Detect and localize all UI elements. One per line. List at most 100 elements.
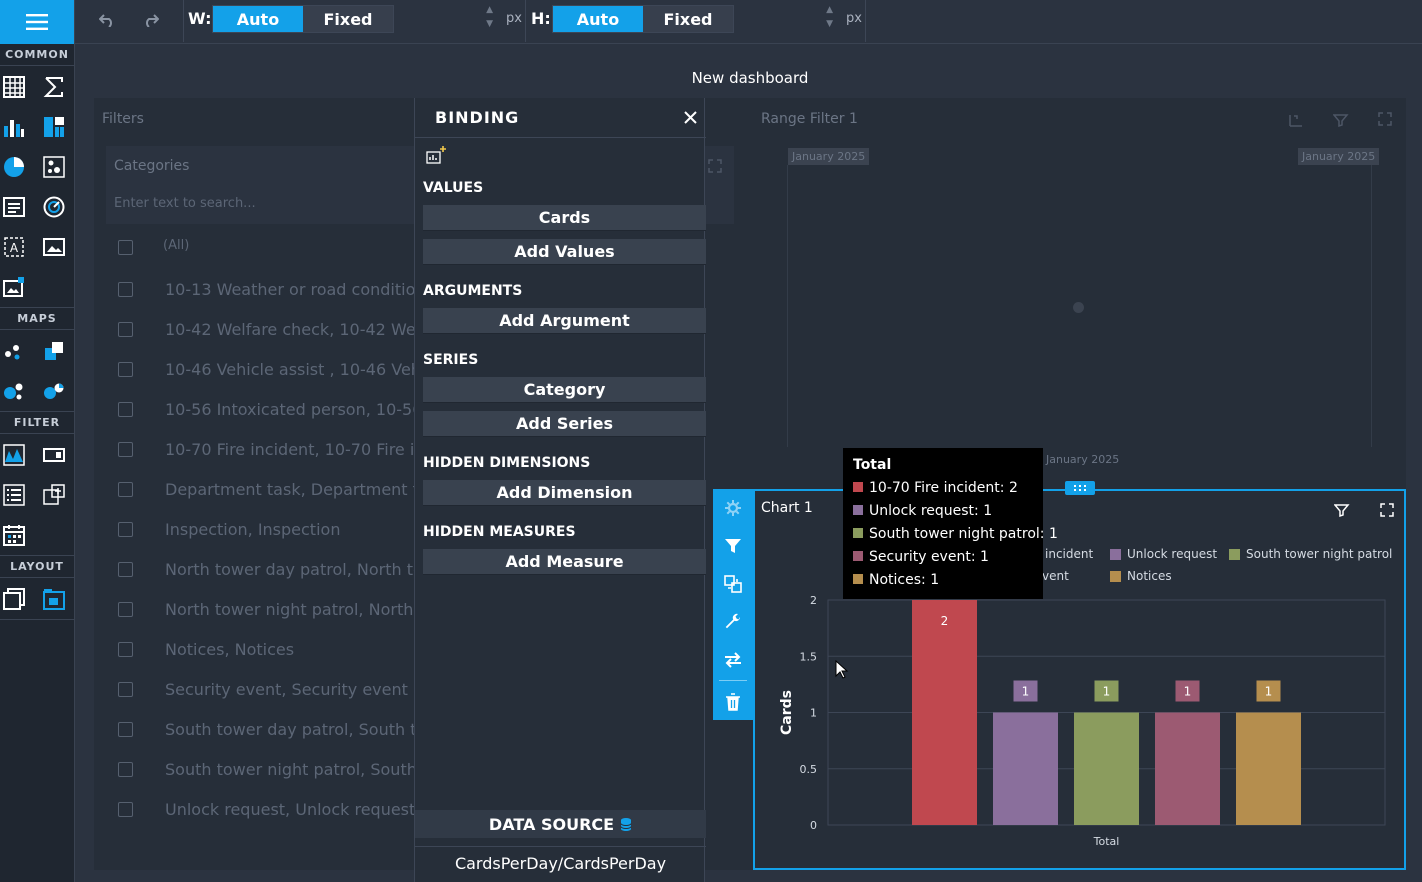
redo-button[interactable] (131, 0, 171, 40)
list-item-checkbox[interactable] (118, 282, 133, 297)
list-item-checkbox[interactable] (118, 402, 133, 417)
interactivity-button[interactable] (721, 572, 745, 596)
treemap-item-icon[interactable] (40, 113, 68, 141)
legend-south-tower-night-patrol[interactable]: South tower night patrol (1246, 547, 1392, 561)
pie-chart-item-icon[interactable] (0, 153, 28, 181)
list-item-checkbox[interactable] (118, 362, 133, 377)
clear-filter-icon[interactable] (1334, 502, 1350, 518)
range-selector-right[interactable] (1371, 165, 1372, 447)
choropleth-map-icon[interactable] (40, 337, 68, 365)
width-spinner[interactable]: ▲ ▼ (395, 5, 495, 33)
list-item[interactable]: North tower day patrol, North tower day … (165, 560, 415, 579)
list-item[interactable]: Inspection, Inspection (165, 520, 415, 539)
add-series-button[interactable]: Add Series (423, 411, 706, 437)
grid-item-icon[interactable] (0, 73, 28, 101)
date-filter-item-icon[interactable] (0, 521, 28, 549)
list-item-checkbox[interactable] (118, 642, 133, 657)
range-filter-item-icon[interactable] (0, 441, 28, 469)
maximize-icon[interactable] (1378, 112, 1392, 126)
list-item[interactable]: Security event, Security event (165, 680, 415, 699)
tab-container-item-icon[interactable] (40, 585, 68, 613)
checkbox-all[interactable] (118, 240, 133, 255)
list-item-checkbox[interactable] (118, 682, 133, 697)
list-item[interactable]: Unlock request, Unlock request (165, 800, 415, 819)
add-measure-button[interactable]: Add Measure (423, 549, 706, 575)
combo-box-item-icon[interactable] (40, 441, 68, 469)
list-item[interactable]: 10-46 Vehicle assist , 10-46 Vehicle ass… (165, 360, 415, 379)
list-item-checkbox[interactable] (118, 562, 133, 577)
width-fixed-button[interactable]: Fixed (303, 6, 393, 32)
gauge-item-icon[interactable] (40, 193, 68, 221)
height-fixed-button[interactable]: Fixed (643, 6, 733, 32)
dashboard-title[interactable]: New dashboard (94, 58, 1406, 98)
pie-map-icon[interactable] (40, 377, 68, 405)
undo-button[interactable] (87, 0, 127, 40)
spin-down-icon[interactable]: ▼ (486, 19, 493, 29)
height-spinner[interactable]: ▲ ▼ (735, 5, 835, 33)
list-item-checkbox[interactable] (118, 722, 133, 737)
clear-filter-icon[interactable] (1333, 112, 1349, 128)
bound-image-item-icon[interactable]: A (0, 233, 28, 261)
image-item-icon[interactable] (40, 233, 68, 261)
maximize-icon[interactable] (708, 159, 722, 173)
data-source-value[interactable]: CardsPerDay/CardsPerDay (415, 846, 706, 880)
data-image-item-icon[interactable] (0, 273, 28, 301)
sum-card-icon[interactable] (40, 73, 68, 101)
y-tick-label: 1.5 (800, 650, 818, 663)
maximize-icon[interactable] (1380, 503, 1394, 517)
delete-button[interactable] (721, 690, 745, 714)
list-item-checkbox[interactable] (118, 802, 133, 817)
bubble-map-icon[interactable] (0, 377, 28, 405)
list-item[interactable]: Department task, Department task (165, 480, 415, 499)
geo-point-map-icon[interactable] (0, 337, 28, 365)
date-interval-icon[interactable] (1288, 112, 1304, 128)
list-item[interactable]: South tower night patrol, South tower ni… (165, 760, 415, 779)
list-item-checkbox[interactable] (118, 522, 133, 537)
settings-button[interactable] (721, 496, 745, 520)
bar-value-label: 1 (1103, 685, 1111, 699)
legend-fire-incident[interactable]: incident (1045, 547, 1093, 561)
list-item[interactable]: South tower day patrol, South tower day … (165, 720, 415, 739)
scatter-chart-item-icon[interactable] (40, 153, 68, 181)
width-auto-button[interactable]: Auto (213, 6, 303, 32)
search-input[interactable]: Enter text to search... (114, 196, 404, 211)
list-item[interactable]: 10-56 Intoxicated person, 10-56 Intoxica… (165, 400, 415, 419)
menu-button[interactable] (0, 0, 74, 44)
filter-button[interactable] (721, 534, 745, 558)
close-icon[interactable] (684, 111, 697, 124)
add-dataset-icon[interactable] (426, 145, 448, 165)
options-button[interactable] (721, 610, 745, 634)
categories-title: Categories (114, 158, 190, 174)
height-mode-toggle: Auto Fixed (552, 5, 734, 33)
list-item[interactable]: 10-42 Welfare check, 10-42 Welfare check (165, 320, 415, 339)
cards-value-button[interactable]: Cards (423, 205, 706, 231)
list-item-checkbox[interactable] (118, 602, 133, 617)
list-item[interactable]: 10-70 Fire incident, 10-70 Fire incident (165, 440, 415, 459)
list-item-checkbox[interactable] (118, 762, 133, 777)
drag-handle[interactable] (1065, 481, 1095, 495)
group-item-icon[interactable] (0, 585, 28, 613)
convert-button[interactable] (721, 648, 745, 672)
category-series-button[interactable]: Category (423, 377, 706, 403)
text-box-item-icon[interactable] (0, 193, 28, 221)
list-item-checkbox[interactable] (118, 442, 133, 457)
bar-chart-item-icon[interactable] (0, 113, 28, 141)
legend-unlock-request[interactable]: Unlock request (1127, 547, 1217, 561)
height-auto-button[interactable]: Auto (553, 6, 643, 32)
range-selector-left[interactable] (787, 165, 788, 447)
add-values-button[interactable]: Add Values (423, 239, 706, 265)
list-item[interactable]: 10-13 Weather or road conditions, 10-13 … (165, 280, 415, 299)
list-item-checkbox[interactable] (118, 482, 133, 497)
add-argument-button[interactable]: Add Argument (423, 308, 706, 334)
add-dimension-button[interactable]: Add Dimension (423, 480, 706, 506)
spin-down-icon[interactable]: ▼ (826, 19, 833, 29)
spin-up-icon[interactable]: ▲ (486, 5, 493, 15)
list-box-item-icon[interactable] (0, 481, 28, 509)
filters-title: Filters (102, 111, 144, 127)
spin-up-icon[interactable]: ▲ (826, 5, 833, 15)
tree-view-item-icon[interactable] (40, 481, 68, 509)
list-item[interactable]: North tower night patrol, North tower ni… (165, 600, 415, 619)
binding-panel: BINDING VALUES Cards Add Values ARGUMENT… (414, 98, 706, 882)
list-item[interactable]: Notices, Notices (165, 640, 415, 659)
list-item-checkbox[interactable] (118, 322, 133, 337)
